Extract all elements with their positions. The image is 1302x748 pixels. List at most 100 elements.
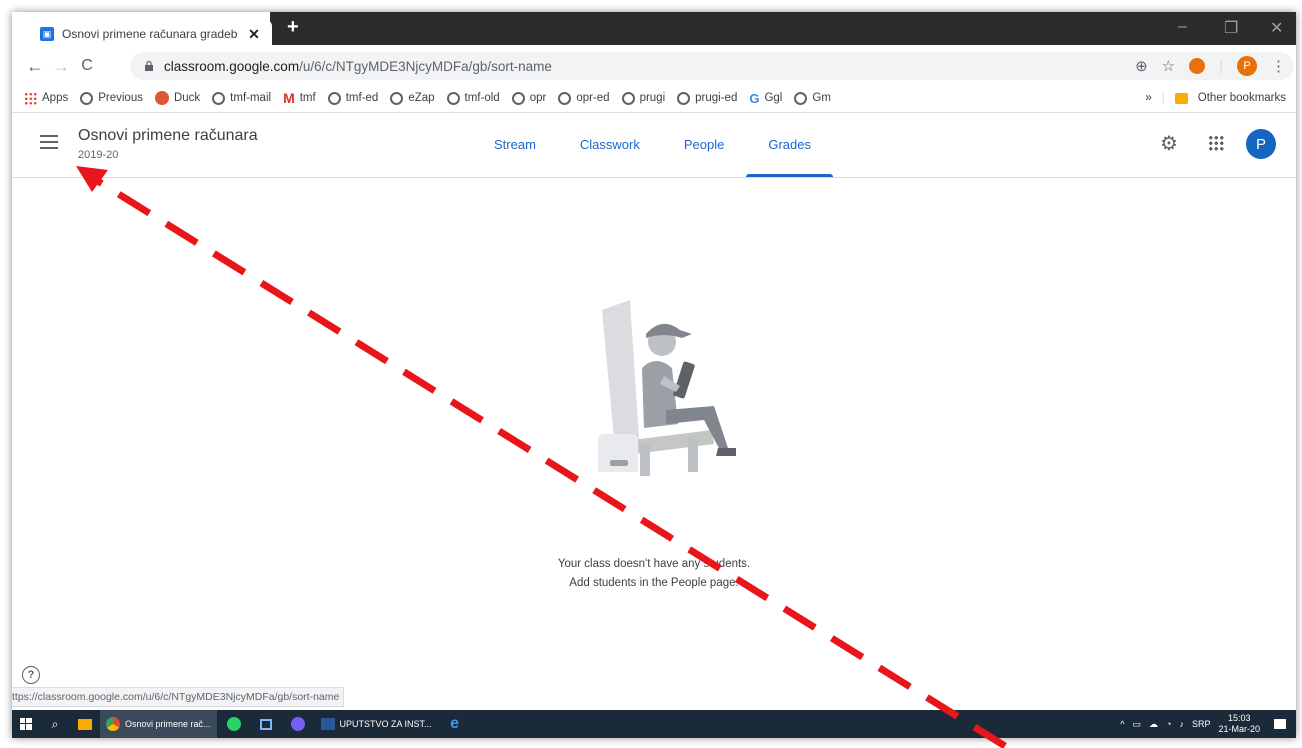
new-tab-button[interactable]: + xyxy=(287,16,299,39)
network-icon[interactable]: ▭ xyxy=(1133,719,1142,730)
word-icon xyxy=(320,718,335,730)
search-icon[interactable]: ⌕ xyxy=(40,710,70,738)
address-bar[interactable]: classroom.google.com/u/6/c/NTgyMDE3NjcyM… xyxy=(130,52,1294,80)
close-window-button[interactable]: ✕ xyxy=(1270,18,1283,38)
globe-icon xyxy=(80,91,94,105)
bookmark-label: Apps xyxy=(42,92,69,104)
bookmark-label: Ggl xyxy=(764,92,783,104)
close-tab-icon[interactable]: ✕ xyxy=(246,26,262,43)
back-arrow-icon[interactable]: ← xyxy=(22,56,48,77)
account-avatar[interactable]: P xyxy=(1246,129,1276,159)
url-text: classroom.google.com/u/6/c/NTgyMDE3NjcyM… xyxy=(164,59,552,74)
class-nav-tabs: Stream Classwork People Grades xyxy=(472,113,833,177)
wifi-icon[interactable]: ◔ xyxy=(1166,719,1171,729)
tray-chevron-icon[interactable]: ^ xyxy=(1120,719,1124,729)
bookmarks-bar: Apps Previous Duck tmf-mail Mtmf tmf-ed … xyxy=(12,84,1296,113)
tab-title: Osnovi primene računara gradeb xyxy=(62,27,238,41)
bookmark-label: eZap xyxy=(408,92,435,104)
toolbar-divider: | xyxy=(1219,57,1223,75)
chrome-icon xyxy=(106,717,120,731)
browser-toolbar: ← → C classroom.google.com/u/6/c/NTgyMDE… xyxy=(12,48,1296,84)
duckduckgo-icon xyxy=(154,91,169,105)
bookmark-prugi[interactable]: prugi xyxy=(621,91,666,105)
bookmark-opr[interactable]: opr xyxy=(511,91,547,105)
store-icon[interactable] xyxy=(251,710,281,738)
globe-icon xyxy=(212,91,226,105)
bookmark-duck[interactable]: Duck xyxy=(154,91,201,105)
viber-icon[interactable] xyxy=(281,710,315,738)
bookmark-label: tmf-mail xyxy=(230,92,272,104)
google-apps-icon[interactable] xyxy=(1208,135,1224,151)
system-tray: ^ ▭ ☁ ◔ ♪ SRP 15:03 21-Mar-20 xyxy=(1120,710,1286,738)
taskbar-word-label: UPUTSTVO ZA INST... xyxy=(339,719,432,729)
classroom-favicon-icon: ▣ xyxy=(40,27,54,41)
browser-tab[interactable]: ▣ Osnovi primene računara gradeb ✕ xyxy=(26,20,272,48)
empty-state-illustration xyxy=(598,300,736,476)
minimize-button[interactable]: – xyxy=(1178,18,1187,36)
duckduckgo-extension-icon[interactable] xyxy=(1189,58,1206,74)
restore-button[interactable]: ❐ xyxy=(1224,18,1238,38)
bookmark-label: Gm xyxy=(812,92,831,104)
bookmark-tmf-mail[interactable]: tmf-mail xyxy=(212,91,272,105)
main-menu-icon[interactable] xyxy=(40,135,58,149)
bookmark-previous[interactable]: Previous xyxy=(80,91,143,105)
taskbar-chrome[interactable]: Osnovi primene rač... xyxy=(100,710,217,738)
bookmark-ezap[interactable]: eZap xyxy=(390,91,435,105)
classroom-header: Osnovi primene računara 2019-20 Stream C… xyxy=(12,113,1296,178)
google-icon: G xyxy=(749,90,760,106)
bookmark-ggl[interactable]: G Ggl xyxy=(749,91,782,106)
gmail-icon: M xyxy=(283,90,295,106)
edge-icon[interactable]: e xyxy=(438,710,472,738)
globe-icon xyxy=(677,91,691,105)
whatsapp-icon[interactable] xyxy=(217,710,251,738)
other-bookmarks[interactable]: Other bookmarks xyxy=(1198,92,1286,104)
taskbar-word[interactable]: UPUTSTVO ZA INST... xyxy=(315,710,438,738)
profile-avatar-small[interactable]: P xyxy=(1237,56,1257,76)
clock-time: 15:03 xyxy=(1227,713,1251,723)
forward-arrow-icon[interactable]: → xyxy=(48,56,74,77)
bookmark-label: Duck xyxy=(173,92,201,104)
volume-icon[interactable]: ♪ xyxy=(1179,719,1184,729)
url-path: /u/6/c/NTgyMDE3NjcyMDFa/gb/sort-name xyxy=(299,58,552,74)
globe-icon xyxy=(794,91,808,105)
bookmark-label: opr-ed xyxy=(576,92,610,104)
tab-people[interactable]: People xyxy=(662,113,746,177)
folder-icon xyxy=(1174,92,1188,104)
bookmark-prugi-ed[interactable]: prugi-ed xyxy=(677,91,737,105)
bookmark-star-icon[interactable]: ☆ xyxy=(1162,57,1175,75)
help-icon[interactable]: ? xyxy=(22,666,40,684)
tab-stream[interactable]: Stream xyxy=(472,113,558,177)
apps-grid-icon xyxy=(24,91,37,105)
globe-icon xyxy=(446,91,460,105)
notifications-icon[interactable] xyxy=(1274,719,1286,729)
bookmarks-overflow-button[interactable]: » xyxy=(1145,92,1151,104)
empty-state-line-2: Add students in the People page. xyxy=(569,577,739,589)
bookmark-label: tmf-ed xyxy=(345,92,379,104)
globe-icon xyxy=(390,91,404,105)
kebab-menu-icon[interactable]: ⋮ xyxy=(1271,57,1286,75)
tab-grades[interactable]: Grades xyxy=(746,113,833,177)
url-host: classroom.google.com xyxy=(164,58,300,74)
bookmark-opr-ed[interactable]: opr-ed xyxy=(558,91,610,105)
language-indicator[interactable]: SRP xyxy=(1192,719,1211,729)
bookmark-label: Previous xyxy=(98,92,143,104)
class-title[interactable]: Osnovi primene računara xyxy=(78,127,258,145)
bookmark-tmf-old[interactable]: tmf-old xyxy=(446,91,500,105)
file-explorer-icon[interactable] xyxy=(70,710,100,738)
zoom-icon[interactable]: ⊕ xyxy=(1135,57,1148,75)
bookmark-tmf-ed[interactable]: tmf-ed xyxy=(327,91,379,105)
bookmark-apps[interactable]: Apps xyxy=(24,91,69,105)
bookmark-label: prugi xyxy=(639,92,666,104)
bookmark-tmf[interactable]: Mtmf xyxy=(283,90,316,106)
bookmark-label: opr xyxy=(529,92,547,104)
reload-icon[interactable]: C xyxy=(74,57,100,75)
settings-gear-icon[interactable]: ⚙ xyxy=(1156,131,1182,157)
tab-classwork[interactable]: Classwork xyxy=(558,113,662,177)
clock[interactable]: 15:03 21-Mar-20 xyxy=(1218,713,1260,735)
start-button[interactable] xyxy=(12,710,40,738)
windows-taskbar: ⌕ Osnovi primene rač... UPUTSTVO ZA INST… xyxy=(12,710,1296,738)
onedrive-icon[interactable]: ☁ xyxy=(1149,719,1158,730)
bookmark-gm[interactable]: Gm xyxy=(794,91,831,105)
tab-strip: ▣ Osnovi primene računara gradeb ✕ + – ❐… xyxy=(12,12,1296,48)
clock-date: 21-Mar-20 xyxy=(1218,724,1260,734)
